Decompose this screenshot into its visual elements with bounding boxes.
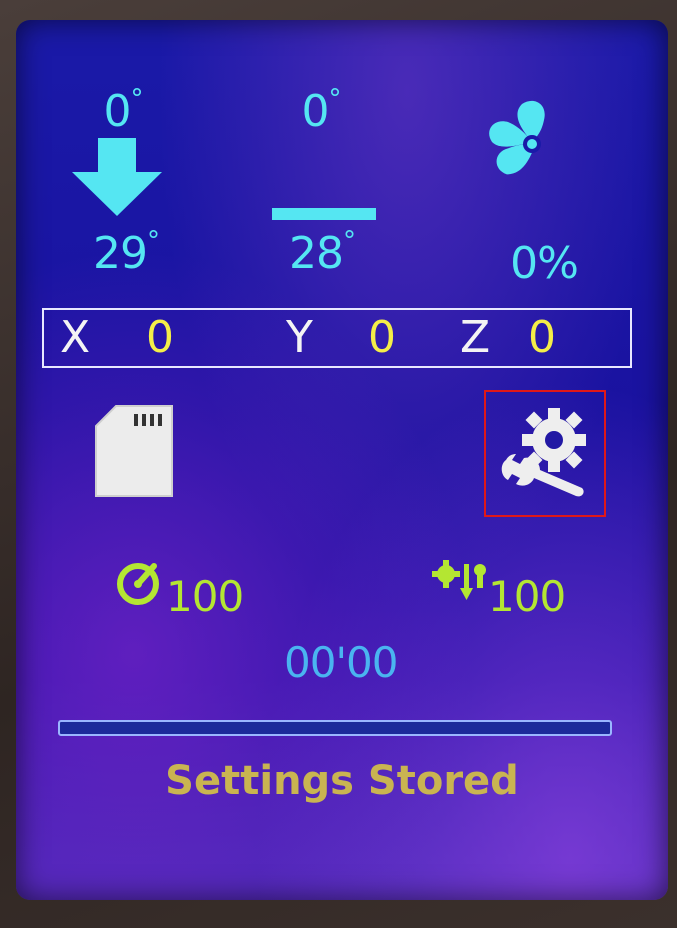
print-time: 00'00 — [284, 638, 398, 687]
status-message: Settings Stored — [165, 758, 519, 804]
fan-icon — [489, 100, 545, 175]
arrow-down-icon — [72, 138, 162, 216]
z-axis-label: Z — [460, 312, 491, 363]
hotend-current-temp: 29° — [93, 226, 160, 279]
flow-value: 100 — [488, 572, 566, 621]
lcd-screen: 0° 29° 0° 28° 0% X 0 Y 0 Z 0 100 100 00'… — [16, 20, 668, 900]
fan-speed: 0% — [510, 238, 579, 289]
settings-wrench-gear-icon[interactable] — [492, 398, 600, 508]
bed-target-temp: 0° — [301, 84, 342, 137]
x-axis-label: X — [60, 312, 91, 363]
hotend-current-value: 29 — [93, 228, 148, 279]
feedrate-value: 100 — [166, 572, 244, 621]
bed-current-value: 28 — [289, 228, 344, 279]
x-axis-value: 0 — [146, 312, 174, 363]
flow-icon — [432, 560, 486, 600]
speed-gauge-icon — [117, 563, 159, 605]
progress-bar — [58, 720, 612, 736]
sd-card-icon[interactable] — [92, 404, 176, 498]
hotend-target-value: 0 — [103, 86, 132, 137]
hotend-target-temp: 0° — [103, 84, 144, 137]
y-axis-value: 0 — [368, 312, 396, 363]
bed-icon — [272, 208, 376, 220]
bed-current-temp: 28° — [289, 226, 356, 279]
y-axis-label: Y — [286, 312, 313, 363]
bed-target-value: 0 — [301, 86, 330, 137]
z-axis-value: 0 — [528, 312, 556, 363]
